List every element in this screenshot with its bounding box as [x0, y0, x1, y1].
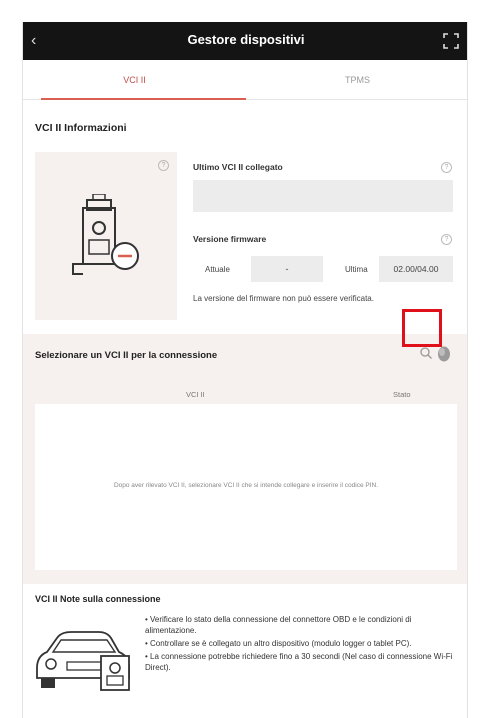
- page-title: Gestore dispositivi: [187, 32, 305, 47]
- title-bar: ‹ Gestore dispositivi: [23, 22, 467, 60]
- current-version-label: Attuale: [205, 265, 230, 274]
- last-connected-label: Ultimo VCI II collegato: [193, 162, 283, 172]
- note-item: • Controllare se è collegato un altro di…: [145, 639, 412, 648]
- firmware-note: La versione del firmware non può essere …: [193, 294, 374, 303]
- info-section-title: VCI II Informazioni: [35, 122, 127, 134]
- highlight-box: [402, 309, 442, 347]
- help-icon[interactable]: ?: [441, 234, 452, 245]
- empty-list-message: Dopo aver rilevato VCI II, selezionare V…: [113, 482, 379, 489]
- notes-section-title: VCI II Note sulla connessione: [35, 594, 161, 604]
- expand-icon[interactable]: [441, 31, 461, 51]
- app-frame: ‹ Gestore dispositivi VCI II TPMS VCI II…: [22, 22, 468, 718]
- vci-info-panel: Ultimo VCI II collegato ? Versione firmw…: [185, 152, 457, 320]
- column-status: Stato: [393, 390, 411, 399]
- vci-select-section: Selezionare un VCI II per la connessione…: [23, 334, 467, 584]
- note-item: • Verificare lo stato della connessione …: [145, 615, 412, 635]
- vci-device-image: ?: [35, 152, 177, 320]
- latest-version-label: Ultima: [345, 265, 368, 274]
- active-tab-indicator: [41, 98, 246, 100]
- column-vci: VCI II: [186, 390, 205, 399]
- tab-tpms[interactable]: TPMS: [246, 62, 467, 100]
- vci-disconnected-icon: [72, 194, 139, 275]
- tab-vci[interactable]: VCI II: [23, 62, 246, 100]
- help-icon[interactable]: ?: [158, 160, 169, 171]
- current-version-value: -: [251, 256, 323, 282]
- last-connected-field: [193, 180, 453, 212]
- latest-version-value: 02.00/04.00: [379, 256, 453, 282]
- notes-list: • Verificare lo stato della connessione …: [145, 614, 461, 675]
- car-with-vci-icon: [36, 631, 130, 691]
- tab-bar: VCI II TPMS: [23, 62, 467, 100]
- search-icon[interactable]: [419, 346, 433, 360]
- firmware-label: Versione firmware: [193, 234, 267, 244]
- help-icon[interactable]: ?: [441, 162, 452, 173]
- note-item: • La connessione potrebbe richiedere fin…: [145, 652, 453, 672]
- vci-device-list[interactable]: Dopo aver rilevato VCI II, selezionare V…: [35, 404, 457, 570]
- select-section-title: Selezionare un VCI II per la connessione: [35, 350, 218, 361]
